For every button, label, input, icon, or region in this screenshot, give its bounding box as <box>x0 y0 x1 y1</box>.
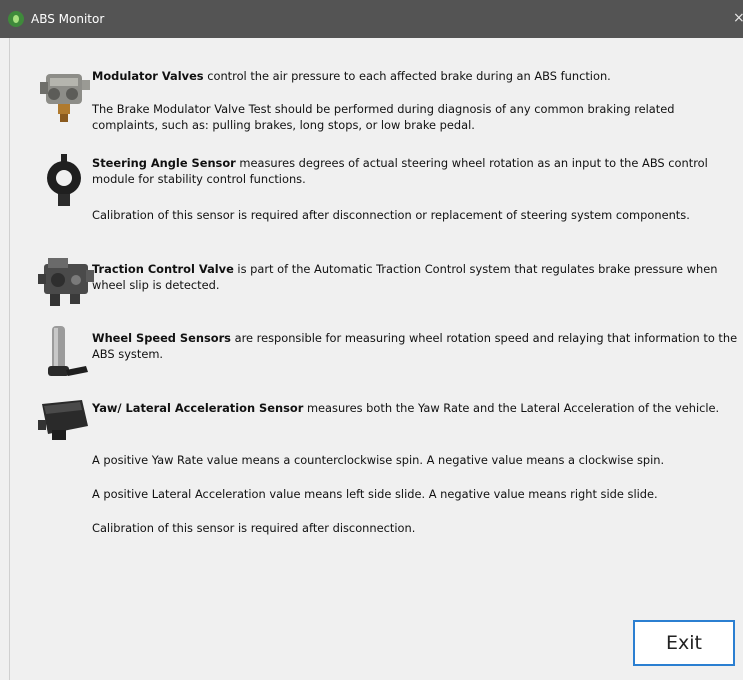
steering-angle-sensor-description: Steering Angle Sensor measures degrees o… <box>92 155 740 187</box>
steering-angle-sensor-icon <box>47 154 81 206</box>
exit-button[interactable]: Exit <box>633 620 735 666</box>
modulator-valves-heading: Modulator Valves <box>92 69 204 83</box>
wheel-speed-sensor-icon <box>48 326 88 376</box>
window-title: ABS Monitor <box>31 12 105 26</box>
traction-control-valve-icon <box>38 258 94 306</box>
yaw-rate-note: A positive Yaw Rate value means a counte… <box>92 453 665 467</box>
content-panel: Modulator Valves control the air pressur… <box>9 38 743 680</box>
yaw-sensor-heading: Yaw/ Lateral Acceleration Sensor <box>92 401 304 415</box>
yaw-sensor-text: measures both the Yaw Rate and the Later… <box>303 401 720 415</box>
lateral-acceleration-note: A positive Lateral Acceleration value me… <box>92 487 658 501</box>
traction-control-valve-heading: Traction Control Valve <box>92 262 234 276</box>
traction-control-valve-description: Traction Control Valve is part of the Au… <box>92 261 740 293</box>
app-icon <box>8 11 24 27</box>
yaw-calibration-note: Calibration of this sensor is required a… <box>92 521 416 535</box>
modulator-valves-text: control the air pressure to each affecte… <box>203 69 611 83</box>
modulator-valves-note: The Brake Modulator Valve Test should be… <box>92 102 675 132</box>
yaw-sensor-icon <box>38 400 88 440</box>
wheel-speed-sensors-description: Wheel Speed Sensors are responsible for … <box>92 330 740 362</box>
steering-angle-sensor-note: Calibration of this sensor is required a… <box>92 208 690 222</box>
yaw-sensor-description: Yaw/ Lateral Acceleration Sensor measure… <box>92 400 740 416</box>
title-bar: ABS Monitor × <box>0 0 743 38</box>
modulator-valves-description: Modulator Valves control the air pressur… <box>92 68 740 84</box>
steering-angle-sensor-heading: Steering Angle Sensor <box>92 156 236 170</box>
close-icon[interactable]: × <box>733 11 743 25</box>
modulator-valve-icon <box>40 74 90 122</box>
wheel-speed-sensors-heading: Wheel Speed Sensors <box>92 331 231 345</box>
